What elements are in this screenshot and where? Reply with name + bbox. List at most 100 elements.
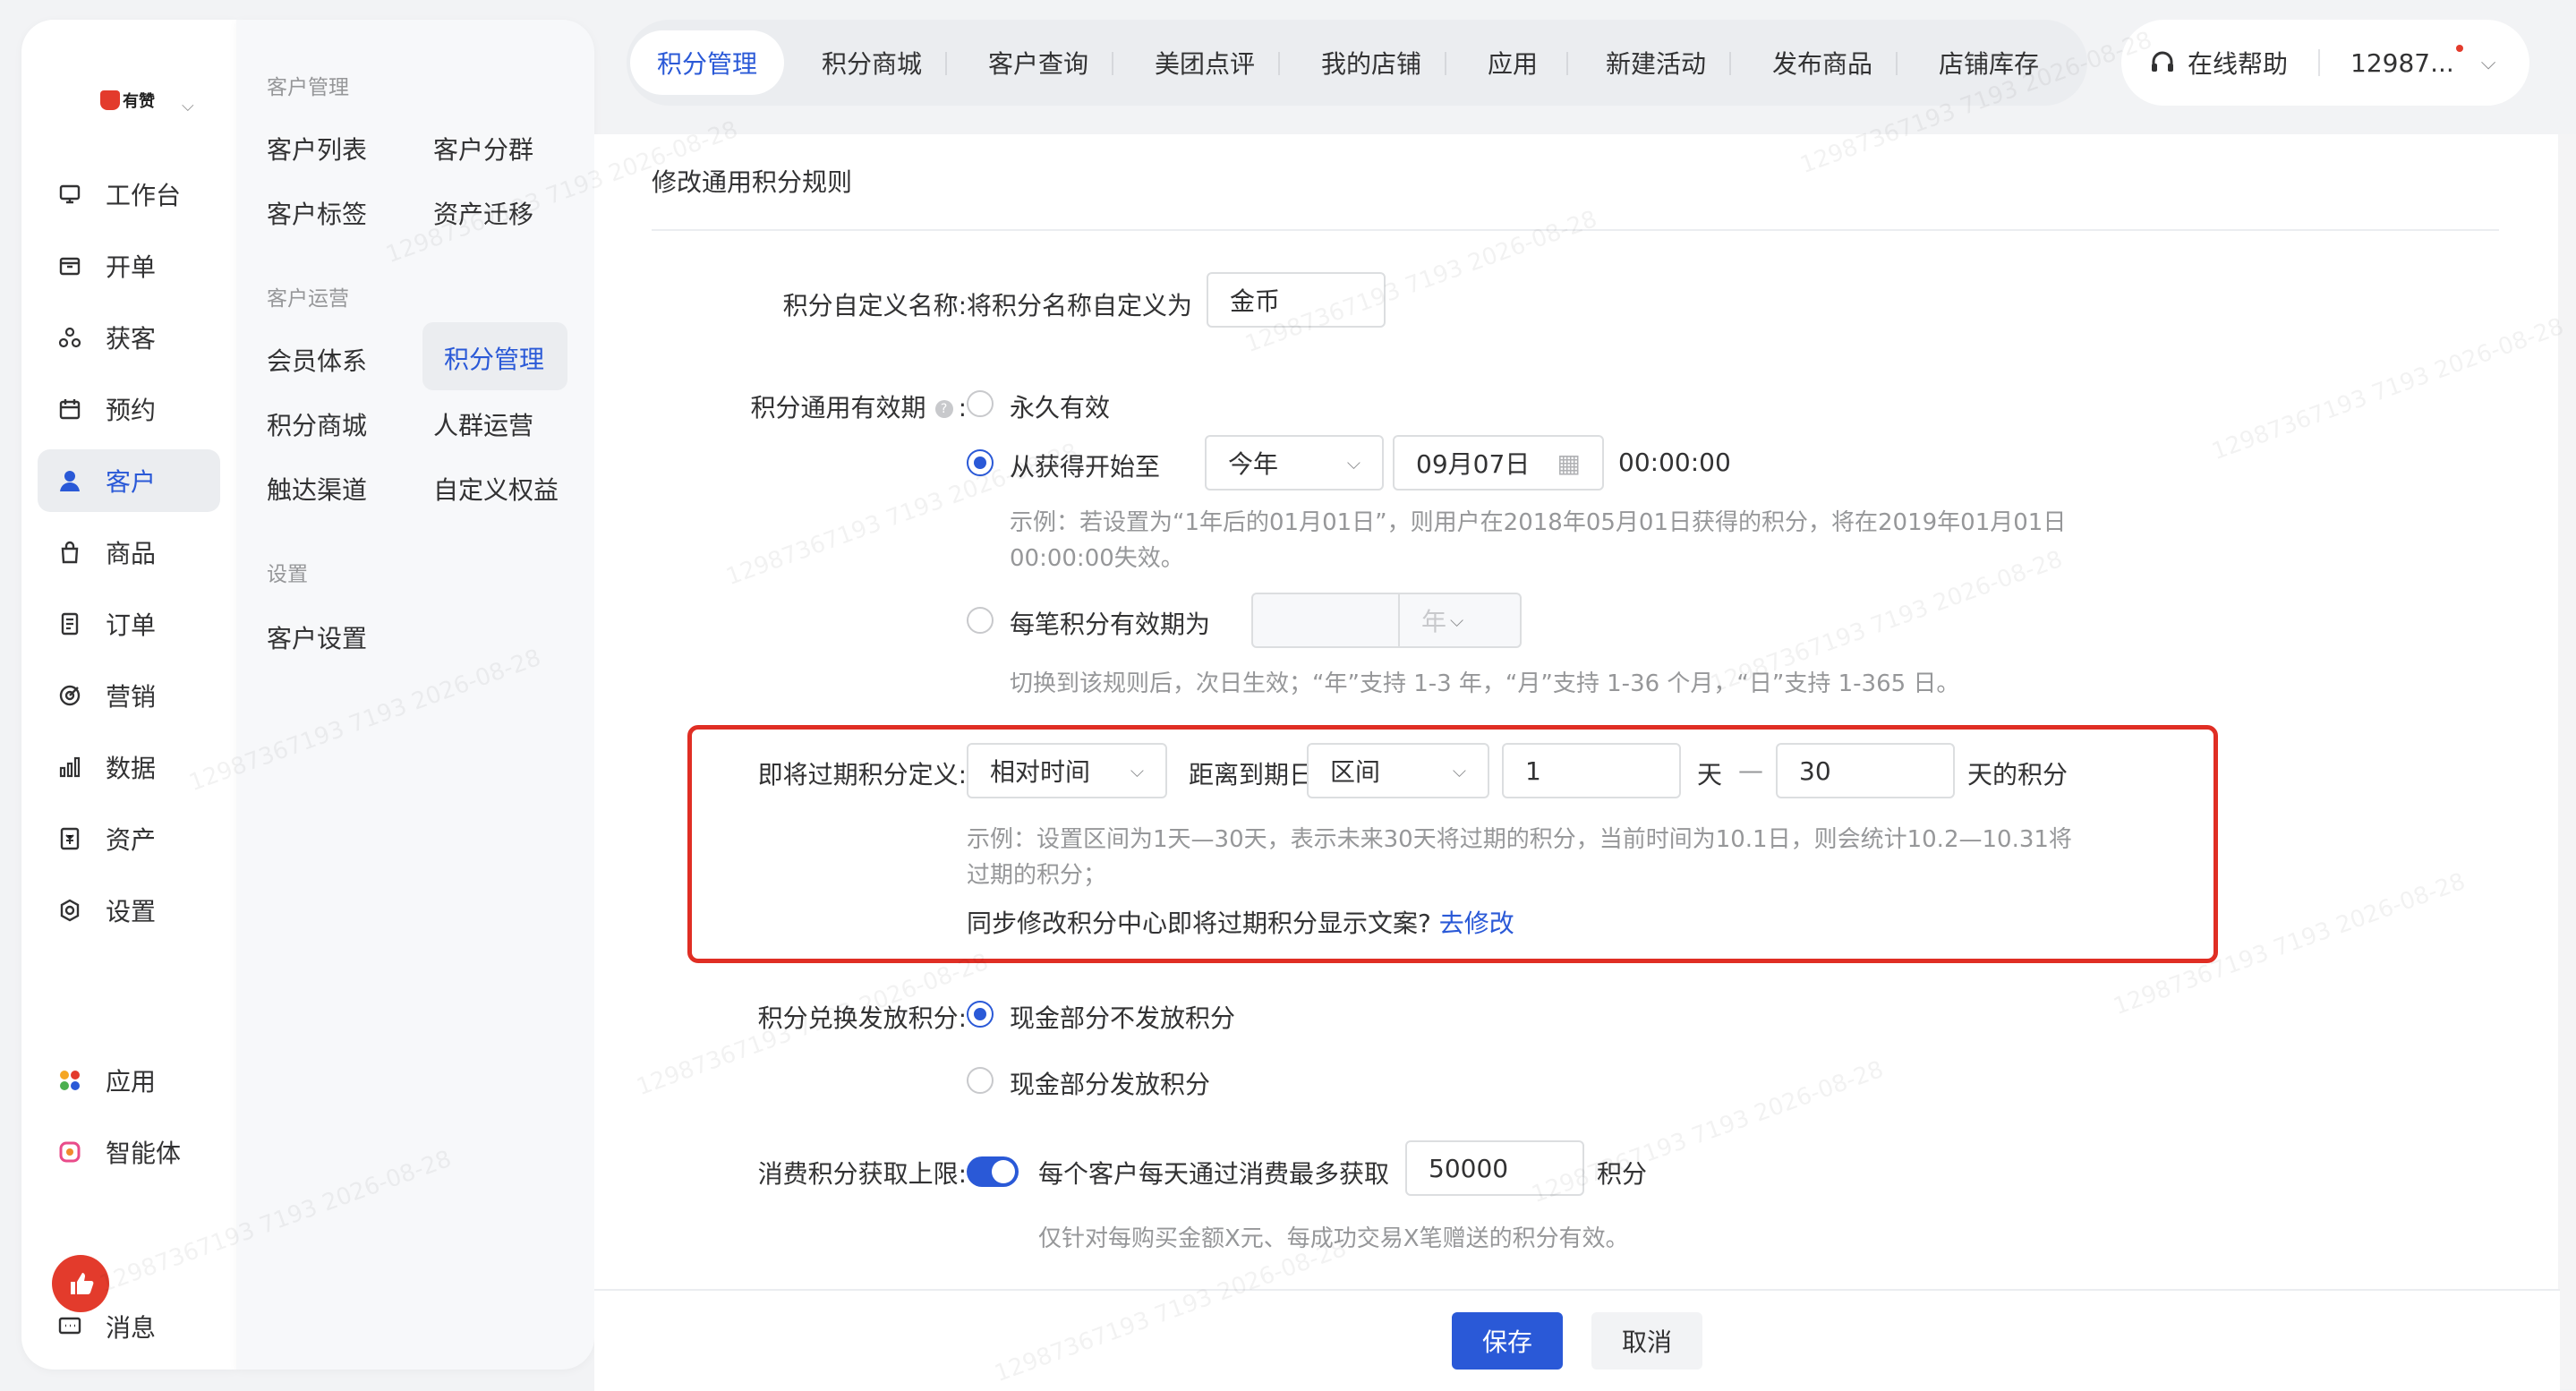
thumb-logo-icon bbox=[100, 90, 120, 110]
agent-icon bbox=[57, 1139, 82, 1165]
radio-forever-label: 永久有效 bbox=[1010, 393, 1111, 422]
secondary-nav: 客户管理 客户列表 客户分群 客户标签 资产迁移 客户运营 会员体系 积分管理 … bbox=[236, 20, 594, 1370]
subnav-group-title: 客户运营 bbox=[267, 287, 349, 311]
user-bar: 在线帮助 12987... ⌵ bbox=[2121, 20, 2529, 106]
message-label: 消息 bbox=[106, 1313, 157, 1343]
subnav-item-points-management[interactable]: 积分管理 bbox=[422, 322, 568, 390]
sidebar-item-customer[interactable]: 客户 bbox=[38, 449, 220, 512]
chevron-down-icon: ⌵ bbox=[1450, 610, 1464, 631]
subnav-item-points-mall[interactable]: 积分商城 bbox=[251, 394, 383, 455]
sidebar-item-marketing[interactable]: 营销 bbox=[38, 664, 220, 727]
sidebar-item-agent[interactable]: 智能体 bbox=[38, 1121, 220, 1183]
limit-label: 消费积分获取上限: bbox=[757, 1159, 967, 1189]
cancel-button[interactable]: 取消 bbox=[1591, 1312, 1702, 1370]
date-picker[interactable]: 09月07日 ▦ bbox=[1393, 435, 1604, 491]
points-name-input[interactable]: 金币 bbox=[1207, 272, 1386, 328]
tab-separator bbox=[945, 52, 947, 75]
limit-input[interactable]: 50000 bbox=[1405, 1140, 1584, 1196]
apps-icon bbox=[57, 1068, 82, 1093]
subnav-item-membership[interactable]: 会员体系 bbox=[251, 329, 383, 390]
tab-separator bbox=[1445, 52, 1446, 75]
subnav-item-customer-settings[interactable]: 客户设置 bbox=[251, 607, 383, 668]
acquire-icon bbox=[57, 325, 82, 350]
logo-text: 有赞 bbox=[123, 91, 155, 111]
marketing-icon bbox=[57, 683, 82, 708]
primary-sidebar: 有赞 ⌵ 工作台 开单 获客 预约 客户 商品 订单 营销 数据 资产 设置 应… bbox=[21, 20, 236, 1370]
limit-value: 50000 bbox=[1429, 1153, 1509, 1183]
online-help-button[interactable]: 在线帮助 bbox=[2148, 45, 2288, 81]
sidebar-item-label: 订单 bbox=[106, 610, 157, 640]
tab-points-management[interactable]: 积分管理 bbox=[630, 30, 785, 95]
tab-separator bbox=[1278, 52, 1280, 75]
limit-text: 每个客户每天通过消费最多获取 bbox=[1038, 1159, 1390, 1189]
radio-from-acquire[interactable] bbox=[967, 449, 994, 476]
sidebar-item-label: 工作台 bbox=[106, 181, 182, 210]
primary-nav: 工作台 开单 获客 预约 客户 商品 订单 营销 数据 资产 设置 应用 智能体 bbox=[21, 163, 236, 1192]
subnav-item-crowd-ops[interactable]: 人群运营 bbox=[417, 394, 550, 455]
message-icon bbox=[57, 1314, 82, 1339]
top-tabs: 积分管理 积分商城 客户查询 美团点评 我的店铺 应用 新建活动 发布商品 店铺… bbox=[627, 20, 2087, 106]
tab-meituan-dianping[interactable]: 美团点评 bbox=[1128, 30, 1282, 95]
sidebar-item-booking[interactable]: 预约 bbox=[38, 378, 220, 440]
brand-logo[interactable]: 有赞 ⌵ bbox=[100, 84, 194, 115]
limit-toggle[interactable] bbox=[967, 1156, 1019, 1187]
sidebar-item-label: 营销 bbox=[106, 682, 157, 712]
sidebar-item-label: 资产 bbox=[106, 825, 157, 855]
radio-each-points[interactable] bbox=[967, 607, 994, 634]
chart-icon bbox=[57, 755, 82, 780]
message-entry[interactable]: 消息 bbox=[57, 1309, 156, 1344]
subnav-item-customer-segment[interactable]: 客户分群 bbox=[417, 118, 550, 179]
radio-from-acquire-label: 从获得开始至 bbox=[1010, 452, 1161, 482]
radio-cash-no-points[interactable] bbox=[967, 1001, 994, 1028]
sidebar-item-label: 商品 bbox=[106, 539, 157, 568]
account-menu[interactable]: 12987... bbox=[2350, 44, 2463, 78]
tab-store-inventory[interactable]: 店铺库存 bbox=[1912, 30, 2066, 95]
tab-apps[interactable]: 应用 bbox=[1461, 30, 1565, 95]
subnav-item-customer-list[interactable]: 客户列表 bbox=[251, 118, 383, 179]
radio-each-points-label: 每笔积分有效期为 bbox=[1010, 610, 1211, 639]
radio-cash-points[interactable] bbox=[967, 1067, 994, 1094]
like-assistant-icon[interactable] bbox=[52, 1255, 109, 1312]
action-footer: 保存 取消 bbox=[594, 1289, 2560, 1391]
validity-label-text: 积分通用有效期 bbox=[750, 393, 926, 422]
tab-new-activity[interactable]: 新建活动 bbox=[1579, 30, 1733, 95]
radio-cash-points-label: 现金部分发放积分 bbox=[1010, 1070, 1211, 1099]
help-icon[interactable]: ? bbox=[934, 400, 953, 418]
sidebar-item-label: 智能体 bbox=[106, 1139, 182, 1168]
each-points-unit-select[interactable]: 年 ⌵ bbox=[1398, 593, 1522, 648]
sidebar-item-order-entry[interactable]: 开单 bbox=[38, 235, 220, 297]
sidebar-item-orders[interactable]: 订单 bbox=[38, 593, 220, 655]
sidebar-item-assets[interactable]: 资产 bbox=[38, 807, 220, 870]
subnav-group-title: 设置 bbox=[267, 563, 308, 586]
order-entry-icon bbox=[57, 253, 82, 278]
exchange-label: 积分兑换发放积分: bbox=[757, 1003, 967, 1033]
subnav-item-custom-benefits[interactable]: 自定义权益 bbox=[417, 458, 575, 519]
year-select[interactable]: 今年 ⌵ bbox=[1205, 435, 1384, 491]
tab-publish-goods[interactable]: 发布商品 bbox=[1745, 30, 1899, 95]
sidebar-item-workbench[interactable]: 工作台 bbox=[38, 163, 220, 226]
chevron-down-icon[interactable]: ⌵ bbox=[182, 97, 194, 115]
sidebar-item-settings[interactable]: 设置 bbox=[38, 879, 220, 942]
page-scrollbar[interactable] bbox=[2558, 134, 2576, 1389]
sidebar-item-data[interactable]: 数据 bbox=[38, 736, 220, 798]
sidebar-item-apps[interactable]: 应用 bbox=[38, 1049, 220, 1112]
subnav-item-reach-channels[interactable]: 触达渠道 bbox=[251, 458, 383, 519]
subnav-item-customer-tags[interactable]: 客户标签 bbox=[251, 183, 383, 243]
each-points-input[interactable] bbox=[1251, 593, 1400, 648]
calendar-icon bbox=[57, 397, 82, 422]
sidebar-item-acquire[interactable]: 获客 bbox=[38, 306, 220, 369]
subnav-item-asset-migration[interactable]: 资产迁移 bbox=[417, 183, 550, 243]
tab-my-store[interactable]: 我的店铺 bbox=[1294, 30, 1448, 95]
tab-points-mall[interactable]: 积分商城 bbox=[795, 30, 949, 95]
tab-customer-query[interactable]: 客户查询 bbox=[961, 30, 1115, 95]
sidebar-item-label: 获客 bbox=[106, 324, 157, 354]
radio-forever[interactable] bbox=[967, 390, 994, 417]
sidebar-item-label: 客户 bbox=[106, 467, 157, 497]
tab-separator bbox=[1566, 52, 1568, 75]
save-button[interactable]: 保存 bbox=[1452, 1312, 1563, 1370]
validity-label: 积分通用有效期?: bbox=[720, 388, 967, 424]
chevron-down-icon[interactable]: ⌵ bbox=[2481, 52, 2496, 74]
notification-dot bbox=[2455, 44, 2463, 52]
sidebar-item-goods[interactable]: 商品 bbox=[38, 521, 220, 584]
limit-unit: 积分 bbox=[1597, 1159, 1648, 1189]
